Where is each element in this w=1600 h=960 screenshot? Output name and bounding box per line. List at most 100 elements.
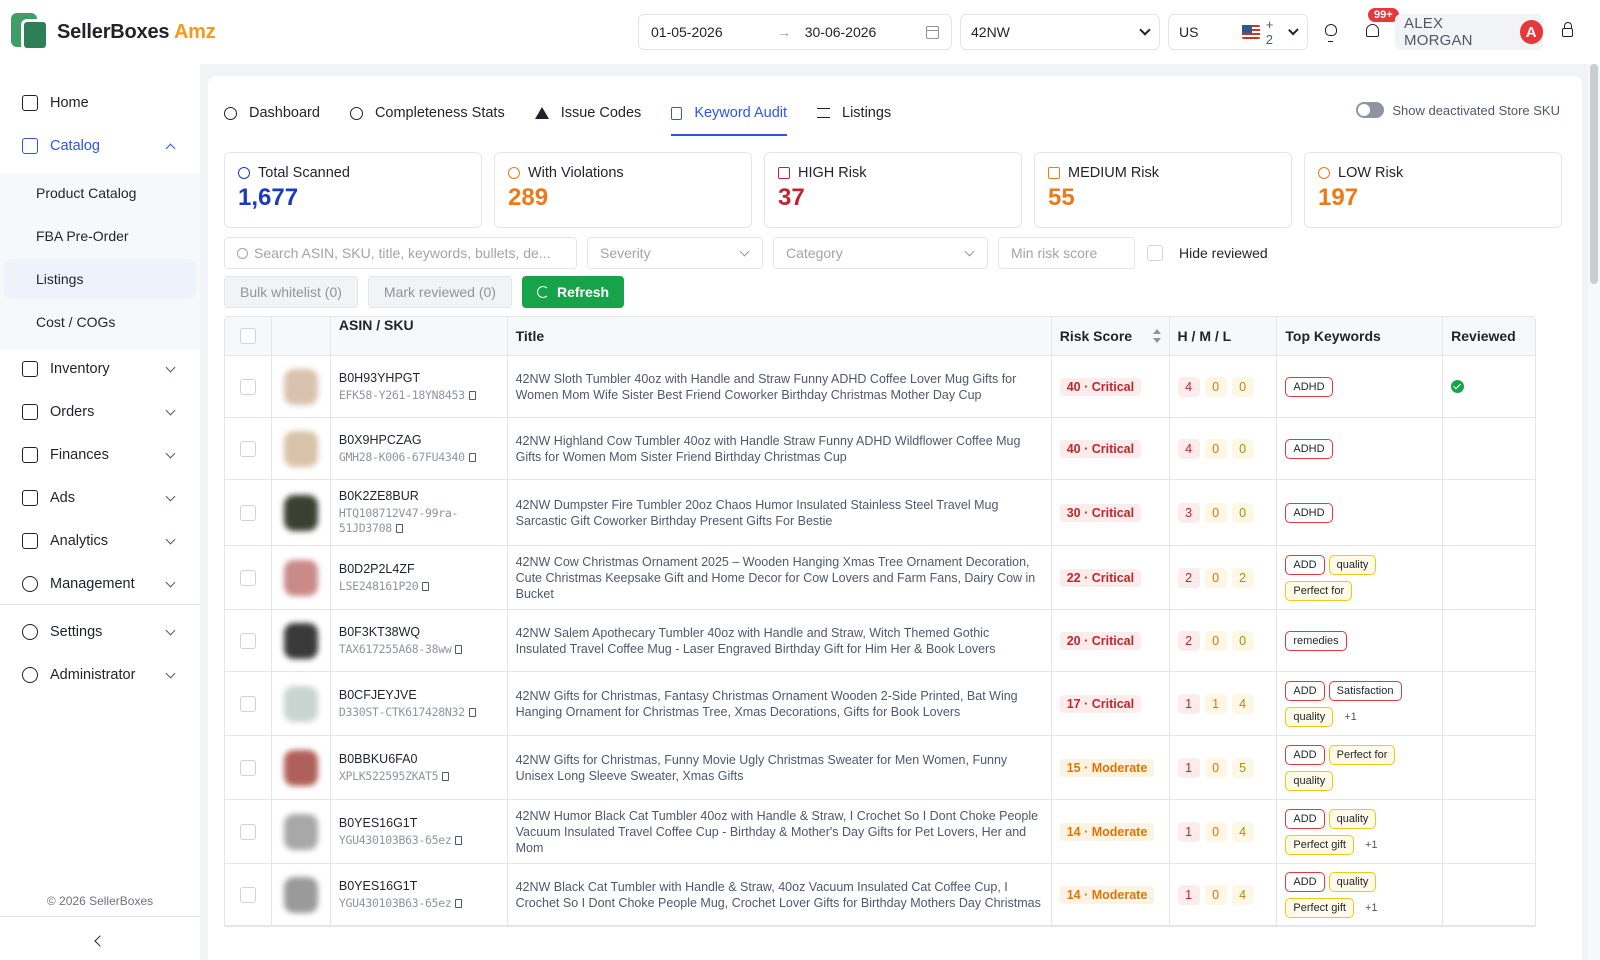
table-row[interactable]: B0X9HPCZAG GMH28-K006-67FU4340 42NW Highla… xyxy=(225,418,1535,480)
product-thumbnail[interactable] xyxy=(283,430,318,467)
row-checkbox[interactable] xyxy=(239,378,256,395)
copy-icon[interactable] xyxy=(422,581,430,591)
asin[interactable]: B0YES16G1T xyxy=(339,816,418,830)
product-thumbnail[interactable] xyxy=(283,559,318,596)
bulk-whitelist-button[interactable]: Bulk whitelist (0) xyxy=(224,276,358,308)
asin[interactable]: B0X9HPCZAG xyxy=(339,433,422,447)
header-risk-score[interactable]: Risk Score xyxy=(1052,317,1170,355)
bulb-icon[interactable] xyxy=(1325,24,1337,42)
store-select[interactable]: 42NW xyxy=(960,14,1160,50)
sidebar-item-settings[interactable]: Settings xyxy=(0,612,200,652)
row-checkbox[interactable] xyxy=(239,695,256,712)
copy-icon[interactable] xyxy=(455,644,463,654)
asin[interactable]: B0YES16G1T xyxy=(339,879,418,893)
copy-icon[interactable] xyxy=(468,707,476,717)
keyword-tag[interactable]: remedies xyxy=(1285,630,1347,651)
sidebar-item-analytics[interactable]: Analytics xyxy=(0,521,200,561)
row-checkbox[interactable] xyxy=(239,440,256,457)
keyword-tag[interactable]: ADD xyxy=(1285,808,1325,829)
row-checkbox[interactable] xyxy=(239,886,256,903)
date-from[interactable]: 01-05-2026 xyxy=(651,24,774,40)
product-thumbnail[interactable] xyxy=(283,368,318,405)
tab-keyword-audit[interactable]: Keyword Audit xyxy=(671,94,787,136)
tab-listings[interactable]: Listings xyxy=(817,94,891,132)
table-row[interactable]: B0K2ZE8BUR HTQ108712V47-99ra-51JD3708 42NW… xyxy=(225,480,1535,546)
keyword-tag[interactable]: ADD xyxy=(1285,744,1325,765)
search-input[interactable]: Search ASIN, SKU, title, keywords, bulle… xyxy=(224,237,577,269)
row-checkbox[interactable] xyxy=(239,632,256,649)
asin[interactable]: B0BBKU6FA0 xyxy=(339,752,418,766)
table-row[interactable]: B0H93YHPGT EFK58-Y261-18YN8453 42NW Sloth … xyxy=(225,356,1535,418)
table-row[interactable]: B0F3KT38WQ TAX617255A68-38ww 42NW Salem Ap… xyxy=(225,610,1535,672)
toggle-switch[interactable] xyxy=(1356,102,1385,118)
table-row[interactable]: B0CFJEYJVE D330ST-CTK617428N32 42NW Gifts … xyxy=(225,672,1535,736)
product-thumbnail[interactable] xyxy=(283,622,318,659)
scrollbar-thumb[interactable] xyxy=(1590,64,1598,284)
date-to[interactable]: 30-06-2026 xyxy=(805,24,924,40)
date-range-picker[interactable]: 01-05-2026 → 30-06-2026 xyxy=(638,14,952,50)
copy-icon[interactable] xyxy=(455,835,463,845)
sidebar-item-finances[interactable]: Finances xyxy=(0,435,200,475)
copy-icon[interactable] xyxy=(442,771,450,781)
asin[interactable]: B0K2ZE8BUR xyxy=(339,489,419,503)
hide-reviewed-checkbox[interactable]: Hide reviewed xyxy=(1147,245,1268,261)
calendar-icon[interactable] xyxy=(925,25,939,39)
asin[interactable]: B0H93YHPGT xyxy=(339,371,420,385)
asin[interactable]: B0D2P2L4ZF xyxy=(339,562,415,576)
sidebar-item-inventory[interactable]: Inventory xyxy=(0,349,200,389)
tab-issue-codes[interactable]: Issue Codes xyxy=(534,94,641,132)
refresh-button[interactable]: Refresh xyxy=(521,276,625,308)
marketplace-select[interactable]: US + 2 xyxy=(1168,14,1308,50)
copy-icon[interactable] xyxy=(468,390,476,400)
sidebar-item-management[interactable]: Management xyxy=(0,564,200,604)
category-select[interactable]: Category xyxy=(773,237,988,269)
keyword-tag[interactable]: quality xyxy=(1328,871,1377,892)
asin[interactable]: B0F3KT38WQ xyxy=(339,625,420,639)
table-row[interactable]: B0BBKU6FA0 XPLK522595ZKAT5 42NW Gifts for … xyxy=(225,736,1535,800)
keyword-tag[interactable]: ADHD xyxy=(1285,376,1333,397)
table-row[interactable]: B0YES16G1T YGU430103B63-65ez 42NW Humor Bl… xyxy=(225,800,1535,864)
sidebar-subitem-product-catalog[interactable]: Product Catalog xyxy=(4,173,196,213)
keyword-tag[interactable]: +1 xyxy=(1358,898,1385,918)
product-thumbnail[interactable] xyxy=(283,494,318,531)
user-menu[interactable]: ALEX MORGAN A xyxy=(1395,14,1543,50)
copy-icon[interactable] xyxy=(395,524,403,533)
row-checkbox[interactable] xyxy=(239,504,256,521)
keyword-tag[interactable]: Perfect gift xyxy=(1285,897,1354,918)
sidebar-item-ads[interactable]: Ads xyxy=(0,478,200,518)
sidebar-subitem-listings[interactable]: Listings xyxy=(4,259,196,299)
sidebar-item-home[interactable]: Home xyxy=(0,83,200,123)
keyword-tag[interactable]: +1 xyxy=(1337,707,1364,727)
keyword-tag[interactable]: +1 xyxy=(1358,835,1385,855)
keyword-tag[interactable]: quality xyxy=(1285,770,1334,791)
keyword-tag[interactable]: ADHD xyxy=(1285,502,1333,523)
keyword-tag[interactable]: Perfect for xyxy=(1285,580,1353,601)
product-thumbnail[interactable] xyxy=(283,813,318,850)
keyword-tag[interactable]: ADD xyxy=(1285,554,1325,575)
keyword-tag[interactable]: Satisfaction xyxy=(1328,680,1402,701)
checkbox[interactable] xyxy=(1147,245,1163,261)
keyword-tag[interactable]: ADD xyxy=(1285,871,1325,892)
app-logo[interactable]: SellerBoxes Amz xyxy=(11,13,611,51)
copy-icon[interactable] xyxy=(455,898,463,908)
mark-reviewed-button[interactable]: Mark reviewed (0) xyxy=(367,276,512,308)
keyword-tag[interactable]: quality xyxy=(1285,706,1334,727)
sidebar-item-administrator[interactable]: Administrator xyxy=(0,655,200,695)
product-thumbnail[interactable] xyxy=(283,749,318,786)
copy-icon[interactable] xyxy=(468,452,476,462)
product-thumbnail[interactable] xyxy=(283,876,318,913)
sidebar-subitem-fba-pre-order[interactable]: FBA Pre-Order xyxy=(4,216,196,256)
keyword-tag[interactable]: quality xyxy=(1328,554,1377,575)
sidebar-subitem-cost-cogs[interactable]: Cost / COGs xyxy=(4,302,196,342)
page-scrollbar[interactable] xyxy=(1588,64,1600,960)
row-checkbox[interactable] xyxy=(239,823,256,840)
keyword-tag[interactable]: ADHD xyxy=(1285,438,1333,459)
sort-icon[interactable] xyxy=(1152,329,1161,343)
table-row[interactable]: B0YES16G1T YGU430103B63-65ez 42NW Black Ca… xyxy=(225,864,1535,926)
sidebar-item-orders[interactable]: Orders xyxy=(0,392,200,432)
sidebar-item-catalog[interactable]: Catalog xyxy=(0,126,200,166)
lock-icon[interactable] xyxy=(1562,22,1573,37)
asin[interactable]: B0CFJEYJVE xyxy=(339,688,417,702)
keyword-tag[interactable]: ADD xyxy=(1285,680,1325,701)
bell-icon[interactable] xyxy=(1366,24,1379,37)
